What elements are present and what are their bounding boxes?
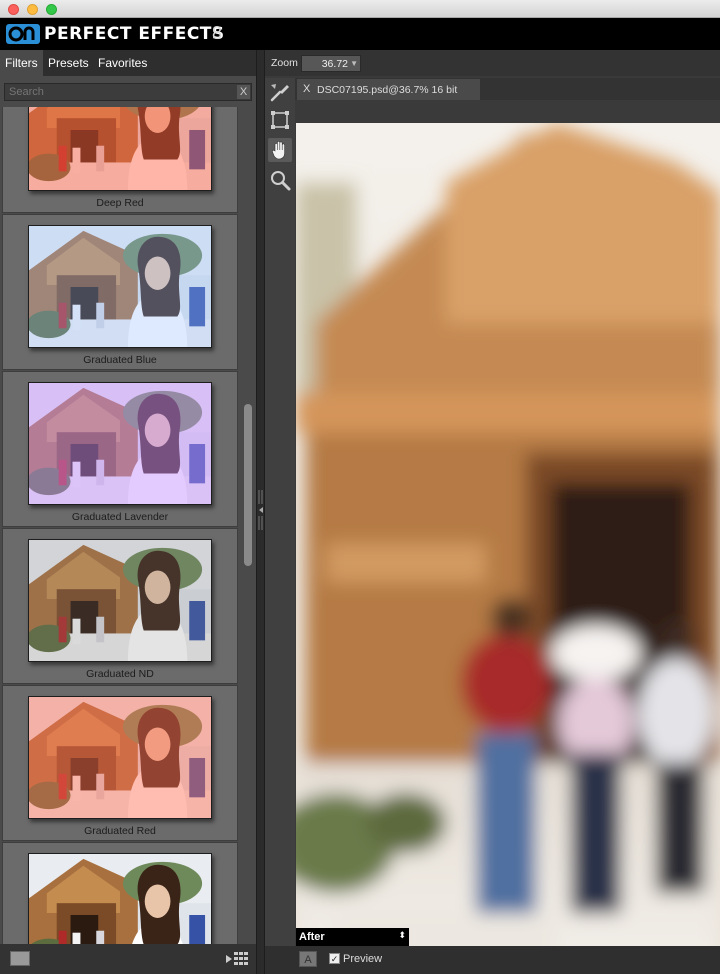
filter-thumbnail	[28, 107, 212, 191]
filter-thumbnail	[28, 539, 212, 662]
filter-tile[interactable]: Graduated Blue	[2, 214, 238, 370]
preview-bar: A ✓ Preview	[265, 946, 720, 974]
image-canvas[interactable]	[296, 123, 720, 973]
filter-preview-image	[29, 107, 211, 190]
preview-label: Preview	[343, 953, 383, 965]
thumbnail-size-icon[interactable]	[10, 951, 30, 966]
zoom-toolbar: Zoom 36.72 ▼	[265, 50, 720, 76]
filter-list[interactable]: Deep Red Graduated Blue Graduated Lavend…	[0, 107, 240, 944]
view-mode-value: After	[299, 931, 325, 943]
browser-footer	[0, 944, 256, 974]
filter-list-scrollbar[interactable]	[241, 107, 255, 944]
filter-tile[interactable]: Deep Red	[2, 107, 238, 213]
filter-preview-image	[29, 226, 211, 347]
filter-tile[interactable]: Graduated Red	[2, 685, 238, 841]
close-document-button[interactable]: X	[303, 83, 310, 95]
browser-tabs: Filters Presets Favorites	[0, 50, 256, 76]
filter-thumbnail	[28, 382, 212, 505]
hand-tool-icon[interactable]	[268, 138, 292, 162]
tab-favorites[interactable]: Favorites	[93, 50, 152, 76]
app-version: 8	[212, 23, 223, 43]
filter-name: Graduated Lavender	[71, 511, 169, 523]
filter-name: Graduated Blue	[83, 354, 157, 366]
close-window-button[interactable]	[8, 4, 19, 15]
app-name: PERFECT EFFECTS	[44, 24, 225, 44]
app-header: PERFECT EFFECTS 8	[0, 18, 720, 50]
filter-name: Graduated Red	[84, 825, 156, 837]
filter-preview-image	[29, 383, 211, 504]
grid-view-icon[interactable]	[226, 951, 250, 967]
minimize-window-button[interactable]	[27, 4, 38, 15]
tab-presets[interactable]: Presets	[43, 50, 94, 76]
search-input[interactable]	[5, 84, 237, 100]
filter-thumbnail	[28, 225, 212, 348]
document-tab[interactable]: X DSC07195.psd@36.7% 16 bit	[297, 79, 480, 100]
zoom-dropdown[interactable]: 36.72 ▼	[301, 55, 361, 72]
zoom-tool-icon[interactable]	[268, 168, 292, 192]
panel-divider[interactable]	[256, 50, 265, 974]
updown-arrow-icon: ⬍	[398, 930, 406, 940]
filter-name: Graduated ND	[86, 668, 154, 680]
brush-tool-icon[interactable]	[268, 80, 292, 104]
preview-checkbox[interactable]: ✓	[329, 953, 340, 964]
filter-name: Deep Red	[96, 197, 144, 209]
crop-tool-icon[interactable]	[268, 108, 292, 132]
search-clear-button[interactable]: X	[237, 85, 250, 99]
filter-browser-panel: Filters Presets Favorites X Deep Red	[0, 50, 256, 974]
collapse-panel-icon[interactable]	[258, 490, 264, 530]
tab-filters[interactable]: Filters	[0, 50, 43, 76]
chevron-down-icon: ▼	[350, 59, 358, 68]
filter-search: X	[4, 83, 252, 101]
app-logo-icon	[6, 24, 40, 44]
zoom-value: 36.72	[321, 58, 348, 70]
document-title: DSC07195.psd@36.7% 16 bit	[317, 84, 458, 96]
before-after-button[interactable]: A	[299, 951, 317, 967]
filter-preview-image	[29, 697, 211, 818]
editor-area: Zoom 36.72 ▼ X DSC07195.psd@36.7% 16 bit…	[265, 50, 720, 974]
filter-tile[interactable]: Graduated Lavender	[2, 371, 238, 527]
blurred-temple-photo	[296, 123, 720, 973]
tool-palette	[265, 78, 295, 958]
filter-tile[interactable]	[2, 842, 238, 944]
document-tab-bar: X DSC07195.psd@36.7% 16 bit	[295, 78, 720, 100]
filter-preview-image	[29, 540, 211, 661]
view-mode-dropdown[interactable]: After ⬍	[296, 928, 409, 946]
filter-thumbnail	[28, 696, 212, 819]
filter-preview-image	[29, 854, 211, 944]
scrollbar-thumb[interactable]	[244, 404, 252, 566]
zoom-window-button[interactable]	[46, 4, 57, 15]
filter-tile[interactable]: Graduated ND	[2, 528, 238, 684]
zoom-label: Zoom	[271, 57, 298, 69]
window-title-bar	[0, 0, 720, 18]
filter-thumbnail	[28, 853, 212, 944]
